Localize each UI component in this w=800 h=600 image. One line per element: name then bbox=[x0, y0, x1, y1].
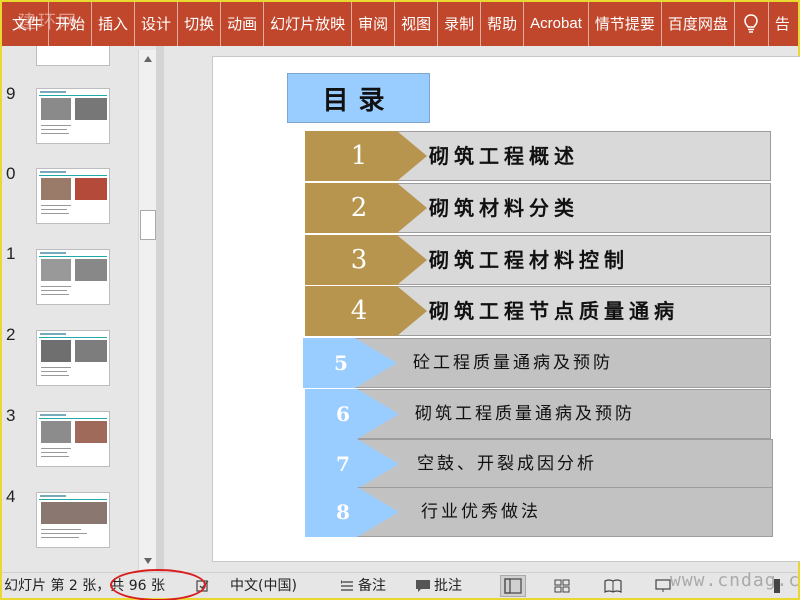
comments-icon[interactable] bbox=[414, 577, 432, 595]
notes-icon[interactable] bbox=[338, 577, 356, 595]
toc-item-number: 3 bbox=[350, 245, 368, 275]
ribbon-tab-bar: 文件 开始 插入 设计 切换 动画 幻灯片放映 审阅 视图 录制 帮助 Acro… bbox=[2, 2, 798, 46]
toc-item-label: 砌筑工程质量通病及预防 bbox=[415, 404, 635, 424]
tab-baidu-netdisk[interactable]: 百度网盘 bbox=[662, 2, 735, 46]
toc-item-label: 砌筑工程概述 bbox=[429, 144, 579, 168]
slide-thumbnail[interactable] bbox=[36, 46, 110, 66]
slide-number: 9 bbox=[6, 84, 16, 103]
toc-item-number: 4 bbox=[350, 296, 368, 326]
tab-animations[interactable]: 动画 bbox=[221, 2, 265, 46]
toc-item-label: 砼工程质量通病及预防 bbox=[413, 353, 613, 373]
comments-button[interactable]: 批注 bbox=[434, 573, 462, 599]
slide-count-status[interactable]: 幻灯片 第 2 张，共 96 张 bbox=[4, 573, 165, 599]
toc-item-label: 行业优秀做法 bbox=[421, 502, 541, 522]
toc-item[interactable]: 4 砌筑工程节点质量通病 bbox=[305, 286, 771, 336]
toc-item[interactable]: 3 砌筑工程材料控制 bbox=[305, 235, 771, 285]
normal-view-icon[interactable] bbox=[500, 575, 526, 597]
scroll-up-icon[interactable] bbox=[139, 50, 157, 68]
toc-item-number: 6 bbox=[336, 402, 350, 426]
toc-item-label: 空鼓、开裂成因分析 bbox=[417, 454, 597, 474]
slide-number: 0 bbox=[6, 164, 16, 183]
toc-item[interactable]: 5 砼工程质量通病及预防 bbox=[303, 338, 771, 388]
toc-item-label: 砌筑工程材料控制 bbox=[429, 248, 629, 272]
tab-insert[interactable]: 插入 bbox=[92, 2, 136, 46]
thumbnail-pane: 9 0 1 2 3 4 bbox=[2, 46, 140, 572]
slide-thumbnail[interactable] bbox=[36, 492, 110, 548]
scroll-down-icon[interactable] bbox=[139, 552, 157, 570]
language-status[interactable]: 中文(中国) bbox=[230, 573, 297, 599]
toc-item[interactable]: 8 行业优秀做法 bbox=[305, 487, 773, 537]
tab-slideshow[interactable]: 幻灯片放映 bbox=[264, 2, 353, 46]
slide-thumbnail[interactable] bbox=[36, 88, 110, 144]
toc-item[interactable]: 1 砌筑工程概述 bbox=[305, 131, 771, 181]
status-bar: 幻灯片 第 2 张，共 96 张 中文(中国) 备注 批注 bbox=[2, 572, 798, 598]
slide-number: 2 bbox=[6, 325, 16, 344]
thumbnail-scrollbar[interactable] bbox=[138, 50, 156, 570]
toc-item-number: 7 bbox=[336, 452, 350, 476]
toc-item-number: 8 bbox=[336, 500, 350, 524]
slide-number: 4 bbox=[6, 487, 16, 506]
tab-review[interactable]: 审阅 bbox=[352, 2, 396, 46]
toc-item-number: 5 bbox=[334, 351, 348, 375]
slideshow-view-icon[interactable] bbox=[654, 577, 672, 595]
slide-number: 1 bbox=[6, 244, 16, 263]
spellcheck-icon[interactable] bbox=[194, 577, 212, 595]
tab-file[interactable]: 文件 bbox=[6, 2, 50, 46]
toc-item[interactable]: 2 砌筑材料分类 bbox=[305, 183, 771, 233]
slide-sorter-icon[interactable] bbox=[553, 577, 571, 595]
toc-item[interactable]: 7 空鼓、开裂成因分析 bbox=[305, 439, 773, 489]
notes-button[interactable]: 备注 bbox=[358, 573, 386, 599]
slide-thumbnail[interactable] bbox=[36, 168, 110, 224]
slide-thumbnail[interactable] bbox=[36, 330, 110, 386]
tab-design[interactable]: 设计 bbox=[135, 2, 179, 46]
slide-thumbnail[interactable] bbox=[36, 411, 110, 467]
reading-view-icon[interactable] bbox=[604, 577, 622, 595]
toc-item-label: 砌筑材料分类 bbox=[429, 196, 579, 220]
scrollbar-thumb[interactable] bbox=[140, 210, 156, 240]
slide-canvas[interactable]: 目录 1 砌筑工程概述 2 砌筑材料分类 3 砌筑工程材料控制 4 砌筑工程节点质量通病 5 砼工… bbox=[212, 56, 800, 562]
tab-view[interactable]: 视图 bbox=[395, 2, 439, 46]
tab-storyboard[interactable]: 情节提要 bbox=[589, 2, 662, 46]
pane-divider[interactable] bbox=[156, 46, 164, 572]
tab-record[interactable]: 录制 bbox=[438, 2, 482, 46]
tab-home[interactable]: 开始 bbox=[49, 2, 93, 46]
tab-acrobat[interactable]: Acrobat bbox=[524, 2, 589, 46]
tell-me-search[interactable]: 告 bbox=[769, 2, 790, 46]
tab-help[interactable]: 帮助 bbox=[481, 2, 525, 46]
zoom-slider-thumb-icon[interactable] bbox=[768, 577, 786, 595]
toc-item-number: 1 bbox=[350, 141, 368, 171]
slide-thumbnail[interactable] bbox=[36, 249, 110, 305]
slide-title[interactable]: 目录 bbox=[287, 73, 430, 123]
toc-item-label: 砌筑工程节点质量通病 bbox=[429, 299, 679, 323]
slide-number: 3 bbox=[6, 406, 16, 425]
toc-item[interactable]: 6 砌筑工程质量通病及预防 bbox=[305, 389, 771, 439]
tab-transitions[interactable]: 切换 bbox=[178, 2, 222, 46]
toc-item-number: 2 bbox=[350, 193, 368, 223]
lightbulb-icon[interactable] bbox=[735, 2, 769, 46]
